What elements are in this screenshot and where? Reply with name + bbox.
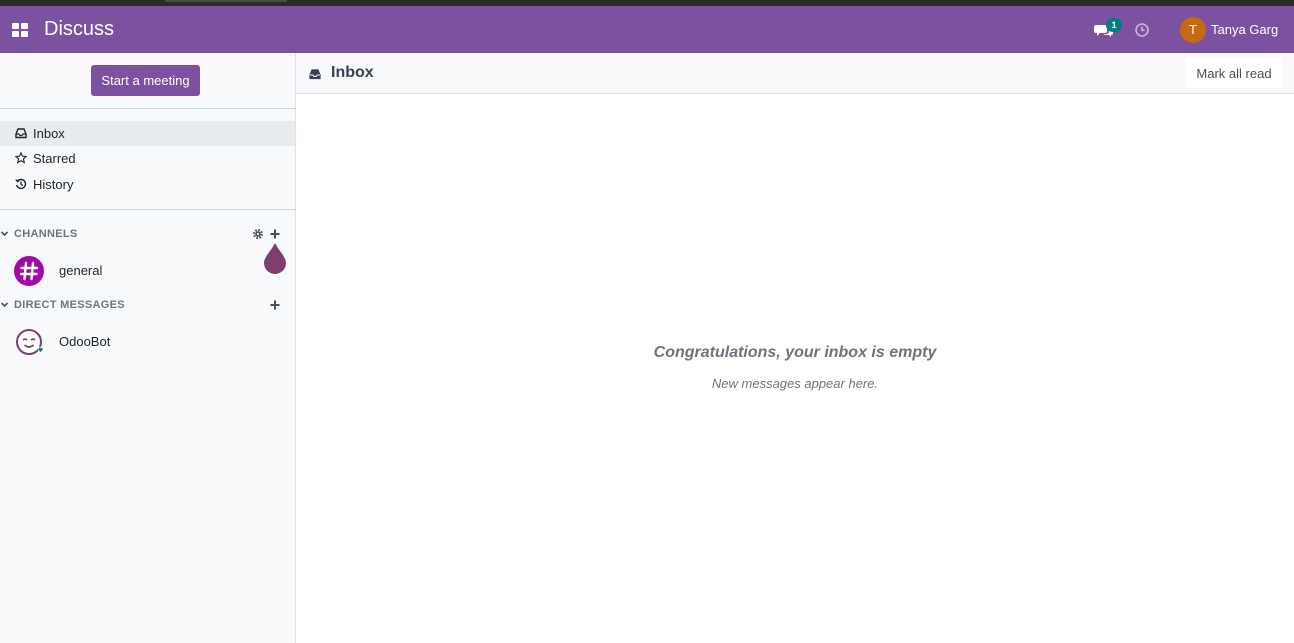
browser-tab — [165, 0, 287, 2]
direct-message-item-odoobot[interactable]: OdooBot — [0, 324, 295, 360]
star-icon — [15, 152, 27, 164]
chevron-down-icon[interactable] — [0, 300, 9, 309]
inbox-icon — [15, 128, 27, 139]
inbox-icon — [309, 69, 321, 80]
add-channel-icon[interactable] — [269, 228, 281, 240]
empty-inbox-title: Congratulations, your inbox is empty — [653, 344, 937, 361]
sidebar-divider — [0, 108, 296, 109]
direct-messages-category-label[interactable]: DIRECT MESSAGES — [14, 299, 125, 311]
start-meeting-button[interactable]: Start a meeting — [91, 65, 200, 96]
sidebar-divider — [0, 209, 296, 210]
chat-badge: 1 — [1106, 18, 1122, 32]
sidebar-item-label: History — [33, 177, 74, 192]
clock-icon[interactable] — [1134, 22, 1150, 38]
mark-all-read-button[interactable]: Mark all read — [1186, 58, 1282, 88]
sidebar-item-history[interactable]: History — [0, 172, 295, 197]
direct-message-name: OdooBot — [59, 334, 111, 349]
main-content: Inbox Mark all read Congratulations, you… — [296, 53, 1294, 643]
sidebar-item-inbox[interactable]: Inbox — [0, 121, 295, 146]
apps-grid-icon[interactable] — [12, 23, 28, 37]
add-direct-message-icon[interactable] — [269, 299, 281, 311]
channel-name: general — [59, 263, 103, 278]
chevron-down-icon[interactable] — [0, 229, 9, 238]
main-header: Inbox Mark all read — [296, 53, 1294, 94]
gear-icon[interactable] — [252, 228, 264, 240]
user-name: Tanya Garg — [1211, 22, 1279, 37]
drag-handle-icon — [264, 243, 286, 274]
discuss-sidebar: Start a meeting Inbox Starred History CH… — [0, 53, 296, 643]
user-avatar: T — [1180, 17, 1206, 43]
channel-item-general[interactable]: general — [0, 253, 295, 289]
sidebar-item-label: Starred — [33, 151, 76, 166]
hash-icon — [14, 256, 44, 286]
odoobot-icon — [16, 329, 44, 355]
channels-category-label[interactable]: CHANNELS — [14, 228, 78, 240]
empty-inbox-subtitle: New messages appear here. — [711, 376, 879, 391]
app-title: Discuss — [44, 18, 115, 40]
page-title: Inbox — [331, 64, 374, 81]
sidebar-item-label: Inbox — [33, 126, 65, 141]
channels-category: CHANNELS — [0, 226, 290, 244]
direct-messages-category: DIRECT MESSAGES — [0, 297, 290, 315]
top-navbar: Discuss 1 T Tanya Garg — [0, 6, 1294, 53]
history-icon — [15, 178, 27, 190]
sidebar-item-starred[interactable]: Starred — [0, 146, 295, 171]
